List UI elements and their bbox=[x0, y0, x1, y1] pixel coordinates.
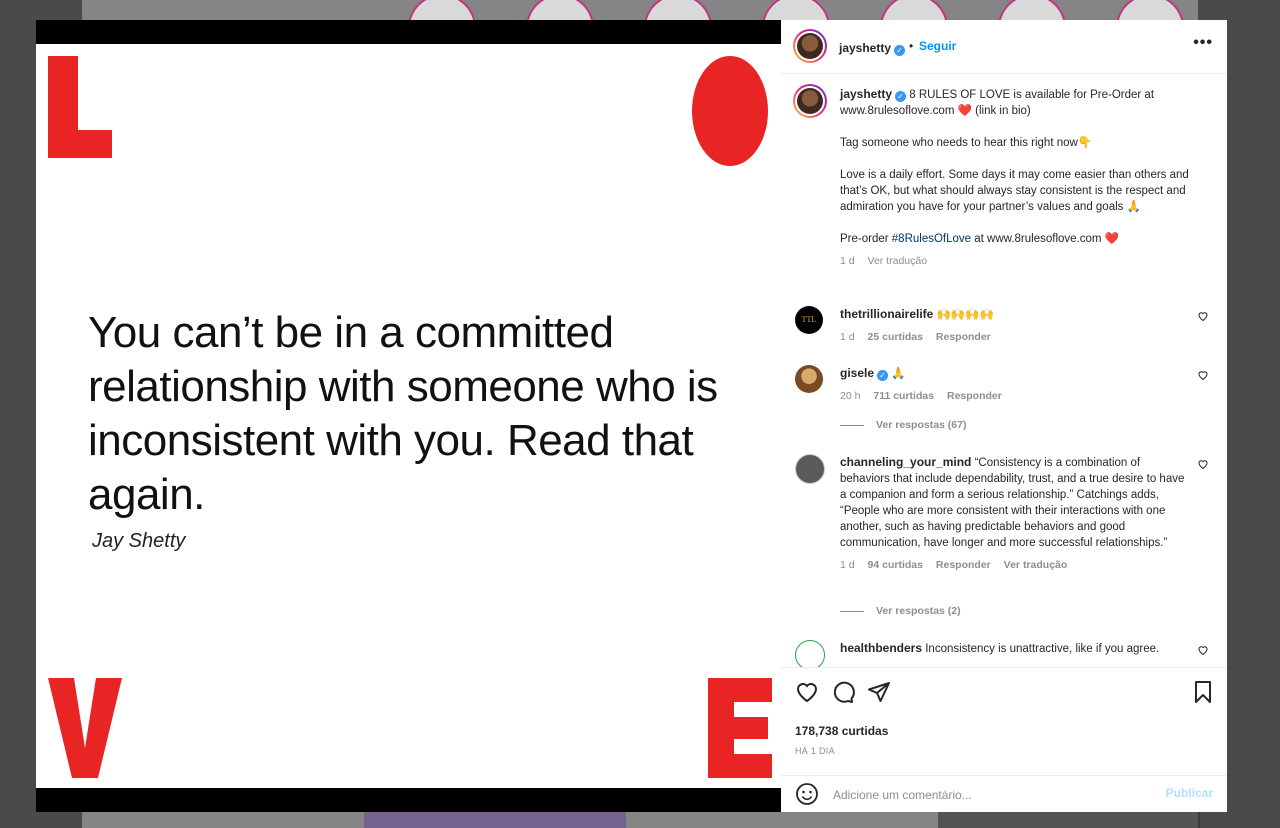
comment-likes[interactable]: 94 curtidas bbox=[868, 559, 923, 571]
translate-link[interactable]: Ver tradução bbox=[1004, 559, 1068, 571]
background-post-thumb bbox=[364, 812, 626, 828]
letter-l-graphic bbox=[48, 56, 112, 158]
author-avatar[interactable] bbox=[793, 29, 827, 63]
commenter-avatar[interactable] bbox=[795, 365, 823, 393]
commenter-username[interactable]: channeling_your_mind bbox=[840, 455, 971, 469]
commenter-username[interactable]: healthbenders bbox=[840, 641, 922, 655]
post-quote: You can’t be in a committed relationship… bbox=[88, 308, 718, 519]
like-icon[interactable] bbox=[795, 680, 819, 704]
hashtag-link[interactable]: #8RulesOfLove bbox=[892, 233, 971, 245]
author-username[interactable]: jayshetty bbox=[839, 41, 891, 55]
post-date: HÁ 1 DIA bbox=[795, 746, 835, 756]
commenter-username[interactable]: thetrillionairelife bbox=[840, 307, 933, 321]
bookmark-icon[interactable] bbox=[1191, 680, 1215, 704]
caption-text: jayshetty ✓ 8 RULES OF LOVE is available … bbox=[840, 87, 1189, 267]
background-post-thumb bbox=[938, 812, 1200, 828]
view-replies-button[interactable]: Ver respostas (2) bbox=[840, 605, 961, 617]
like-comment-icon[interactable] bbox=[1197, 310, 1209, 322]
letter-o-graphic bbox=[692, 56, 768, 166]
post-media[interactable]: You can’t be in a committed relationship… bbox=[36, 20, 781, 812]
verified-badge-icon: ✓ bbox=[877, 370, 889, 381]
emoji-icon[interactable] bbox=[795, 782, 819, 806]
post-side-panel: jayshetty ✓ • Seguir ••• jayshetty ✓ 8 RUL… bbox=[781, 20, 1227, 812]
post-image: You can’t be in a committed relationship… bbox=[36, 44, 781, 788]
reply-button[interactable]: Responder bbox=[936, 331, 991, 343]
commenter-username[interactable]: gisele bbox=[840, 366, 874, 380]
translate-link[interactable]: Ver tradução bbox=[868, 255, 928, 267]
comment-icon[interactable] bbox=[831, 680, 855, 704]
likes-count[interactable]: 178,738 curtidas bbox=[795, 724, 888, 738]
commenter-avatar[interactable] bbox=[795, 454, 825, 484]
post-actions: 178,738 curtidas HÁ 1 DIA bbox=[781, 667, 1227, 776]
comment-input[interactable] bbox=[831, 784, 1155, 806]
caption-time: 1 d bbox=[840, 255, 855, 267]
share-icon[interactable] bbox=[867, 680, 891, 704]
letter-e-graphic bbox=[708, 678, 772, 778]
like-comment-icon[interactable] bbox=[1197, 369, 1209, 381]
verified-badge-icon: ✓ bbox=[894, 45, 906, 56]
comment-likes[interactable]: 711 curtidas bbox=[873, 390, 934, 402]
separator-dot: • bbox=[909, 39, 914, 53]
like-comment-icon[interactable] bbox=[1197, 458, 1209, 470]
caption-username[interactable]: jayshetty bbox=[840, 87, 892, 101]
view-replies-button[interactable]: Ver respostas (67) bbox=[840, 419, 966, 431]
reply-button[interactable]: Responder bbox=[947, 390, 1002, 402]
add-comment-bar: Publicar bbox=[781, 775, 1227, 813]
like-comment-icon[interactable] bbox=[1197, 644, 1209, 656]
comments-list[interactable]: jayshetty ✓ 8 RULES OF LOVE is available … bbox=[781, 74, 1227, 667]
heart-emoji: ❤️ bbox=[957, 105, 972, 117]
reply-button[interactable]: Responder bbox=[936, 559, 991, 571]
comment-likes[interactable]: 25 curtidas bbox=[868, 331, 923, 343]
commenter-avatar[interactable] bbox=[795, 640, 825, 667]
publish-button[interactable]: Publicar bbox=[1166, 786, 1213, 800]
more-options-icon[interactable]: ••• bbox=[1193, 34, 1213, 52]
post-header: jayshetty ✓ • Seguir ••• bbox=[781, 20, 1227, 74]
post-quote-author: Jay Shetty bbox=[92, 530, 186, 552]
author-avatar[interactable] bbox=[793, 84, 827, 118]
commenter-avatar[interactable]: TTL bbox=[795, 306, 823, 334]
follow-button[interactable]: Seguir bbox=[919, 39, 956, 53]
post-modal: You can’t be in a committed relationship… bbox=[36, 20, 1227, 812]
letter-v-graphic bbox=[48, 678, 122, 778]
verified-badge-icon: ✓ bbox=[895, 91, 907, 102]
